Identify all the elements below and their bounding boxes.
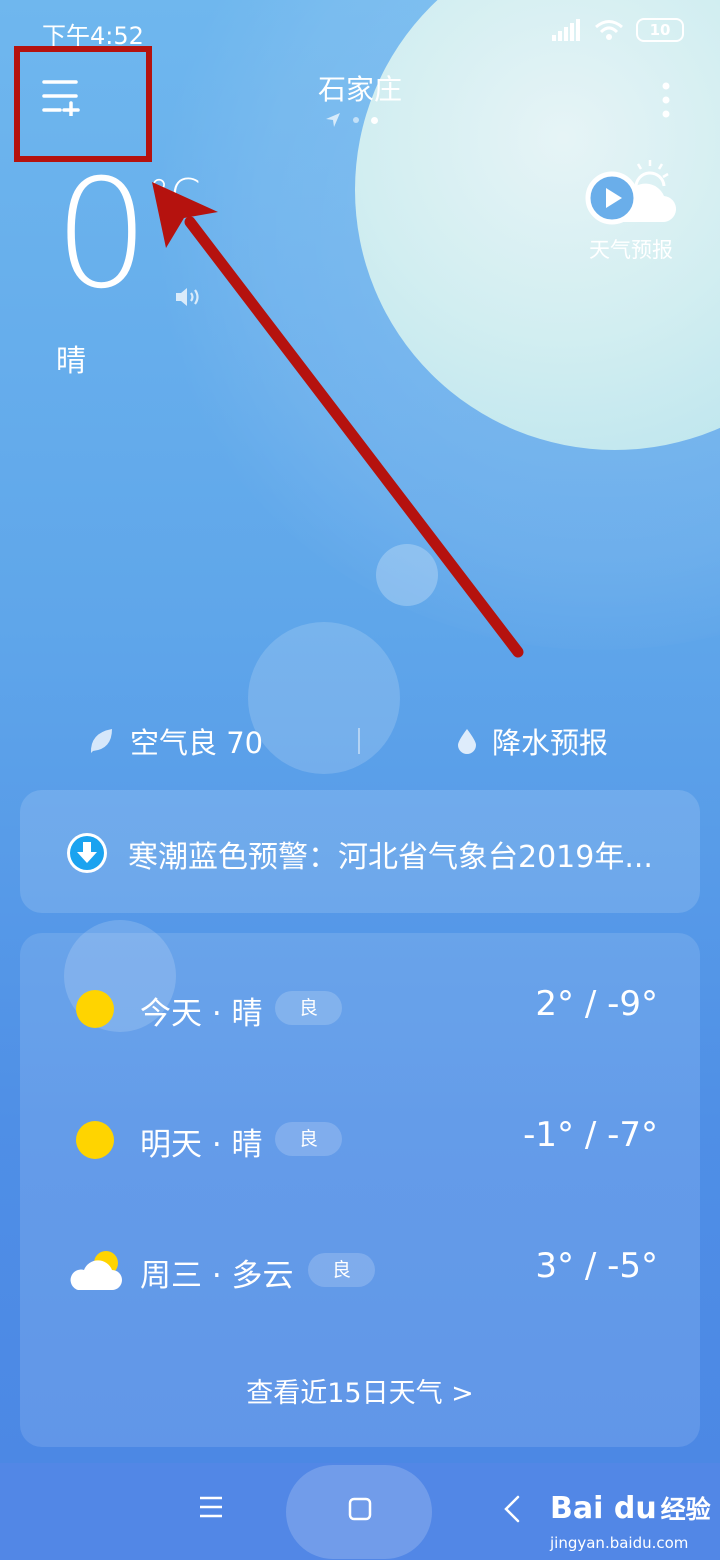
- info-row: 空气良 70 降水预报: [0, 720, 720, 764]
- page-dot: [353, 117, 359, 123]
- weather-screen: 下午4:52 10 石家庄 0 °C 晴 天气预报 空气良 70 降水预报 寒潮…: [0, 0, 720, 1560]
- alert-text: 寒潮蓝色预警：河北省气象台2019年...: [128, 840, 653, 875]
- sun-icon: [76, 1121, 114, 1159]
- baidu-jingyan-watermark: Bai du 经验 jingyan.baidu.com: [550, 1490, 711, 1552]
- leaf-icon: [90, 729, 112, 753]
- forecast-row[interactable]: 周三 · 多云 良 3° / -5°: [20, 1240, 700, 1300]
- speaker-icon[interactable]: [174, 286, 202, 308]
- forecast-day-label: 今天 · 晴: [140, 996, 263, 1032]
- forecast-temperature: 3° / -5°: [535, 1246, 658, 1286]
- forecast-aqi-badge: 良: [275, 1122, 343, 1156]
- forecast-day-label: 明天 · 晴: [140, 1127, 263, 1163]
- daily-forecast-card: 今天 · 晴 良 2° / -9° 明天 · 晴 良 -1° / -7° 周三 …: [20, 933, 700, 1447]
- home-icon[interactable]: [348, 1497, 372, 1521]
- precipitation-label: 降水预报: [492, 726, 609, 760]
- forecast-temperature: 2° / -9°: [535, 984, 658, 1024]
- forecast-temperature: -1° / -7°: [523, 1115, 658, 1155]
- raindrop-icon: [458, 729, 476, 754]
- partly-cloudy-icon: [70, 1251, 122, 1290]
- menu-icon[interactable]: [200, 1495, 222, 1519]
- weather-alert-card[interactable]: 寒潮蓝色预警：河北省气象台2019年...: [20, 790, 700, 913]
- current-condition: 晴: [56, 344, 86, 379]
- status-icons: 10: [552, 18, 684, 42]
- forecast-row[interactable]: 今天 · 晴 良 2° / -9°: [20, 978, 700, 1038]
- sun-icon: [76, 990, 114, 1028]
- battery-indicator: 10: [636, 18, 684, 42]
- forecast-video-icon: [585, 160, 677, 225]
- alert-download-icon: [67, 833, 107, 873]
- signal-icon: [552, 19, 580, 41]
- forecast-day-label: 周三 · 多云: [140, 1258, 294, 1294]
- weather-forecast-button[interactable]: 天气预报: [584, 158, 678, 264]
- forecast-aqi-badge: 良: [308, 1253, 376, 1287]
- weather-forecast-label: 天气预报: [589, 238, 673, 262]
- more-options-icon[interactable]: [656, 80, 676, 120]
- location-arrow-icon: [326, 113, 340, 127]
- page-dot-active: [371, 116, 378, 124]
- precipitation-link[interactable]: 降水预报: [456, 720, 608, 762]
- current-temperature: 0: [54, 148, 150, 322]
- temperature-unit: °C: [148, 170, 201, 221]
- annotation-highlight-box: [14, 46, 152, 162]
- info-divider: [358, 728, 360, 754]
- watermark-logo: Bai du: [550, 1491, 657, 1526]
- wifi-icon: [595, 20, 623, 40]
- air-quality-link[interactable]: 空气良 70: [88, 720, 263, 762]
- forecast-aqi-badge: 良: [275, 991, 343, 1025]
- view-15-day-link[interactable]: 查看近15日天气 >: [20, 1371, 700, 1410]
- page-indicator: [325, 112, 378, 128]
- forecast-row[interactable]: 明天 · 晴 良 -1° / -7°: [20, 1109, 700, 1169]
- air-quality-label: 空气良 70: [130, 726, 264, 760]
- watermark-text: 经验: [660, 1495, 711, 1524]
- back-icon[interactable]: [502, 1494, 522, 1524]
- bokeh-circle: [376, 544, 438, 606]
- watermark-url: jingyan.baidu.com: [550, 1534, 689, 1552]
